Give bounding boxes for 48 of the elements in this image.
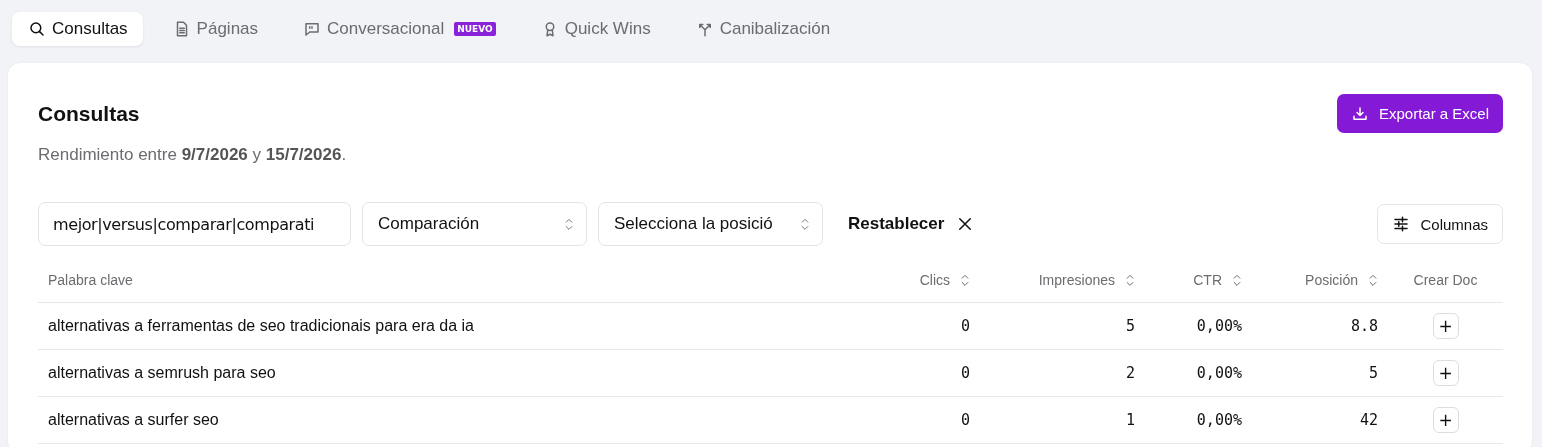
create-doc-button[interactable]: +	[1432, 407, 1459, 433]
page-title: Consultas	[38, 102, 141, 126]
keyword-cell: alternativas a semrush para seo	[48, 364, 276, 382]
table-cell: 0	[960, 317, 970, 335]
create-doc-button[interactable]: +	[1432, 360, 1459, 386]
column-header: Crear Doc	[1413, 271, 1478, 288]
reset-button[interactable]: Restablecer	[834, 214, 989, 234]
chevron-updown-icon	[800, 217, 810, 231]
column-header[interactable]: Clics	[919, 271, 970, 288]
sort-icon	[1232, 272, 1242, 287]
tab[interactable]: Canibalización	[679, 12, 846, 46]
columns-button[interactable]: Columnas	[1377, 204, 1503, 244]
chevron-updown-icon	[564, 217, 574, 231]
table-cell: 0,00%	[1196, 364, 1242, 382]
dropdown[interactable]: Comparación	[362, 202, 587, 246]
search-field[interactable]: mejor|versus|comparar|comparati	[38, 202, 351, 246]
table-cell: 2	[1125, 364, 1135, 382]
column-header[interactable]: CTR	[1193, 271, 1242, 288]
table-cell: 0,00%	[1196, 411, 1242, 429]
sort-icon	[1368, 272, 1378, 287]
tab[interactable]: Consultas	[12, 12, 143, 46]
export-button[interactable]: Exportar a Excel	[1336, 94, 1503, 133]
column-header[interactable]: Impresiones	[1038, 271, 1135, 288]
table-cell: 0,00%	[1196, 317, 1242, 335]
table-cell: 0	[960, 411, 970, 429]
tab[interactable]: Quick Wins	[524, 12, 666, 46]
table-cell: 0	[960, 364, 970, 382]
sliders-icon	[1392, 215, 1411, 233]
search-icon	[28, 20, 46, 38]
column-header: Palabra clave	[48, 271, 133, 288]
tab[interactable]: Páginas	[156, 12, 274, 46]
table-cell: 5	[1125, 317, 1135, 335]
keyword-cell: alternativas a surfer seo	[48, 411, 219, 429]
keyword-cell: alternativas a ferramentas de seo tradicionais para era da ia	[48, 317, 474, 335]
create-doc-button[interactable]: +	[1432, 313, 1459, 339]
table-cell: 5	[1368, 364, 1378, 382]
table-cell: 8.8	[1350, 317, 1378, 335]
date-range-text: Rendimiento entre 9/7/2026 y 15/7/2026.	[38, 145, 347, 165]
table-cell: 1	[1125, 411, 1135, 429]
dropdown[interactable]: Selecciona la posició	[598, 202, 823, 246]
sort-icon	[1125, 272, 1135, 287]
tab[interactable]: Conversacional NUEVO	[287, 12, 511, 46]
table-cell: 42	[1359, 411, 1378, 429]
chat-icon	[303, 20, 322, 38]
new-badge: NUEVO	[454, 22, 496, 36]
download-icon	[1350, 104, 1369, 123]
sort-icon	[960, 272, 970, 287]
column-header[interactable]: Posición	[1305, 271, 1378, 288]
